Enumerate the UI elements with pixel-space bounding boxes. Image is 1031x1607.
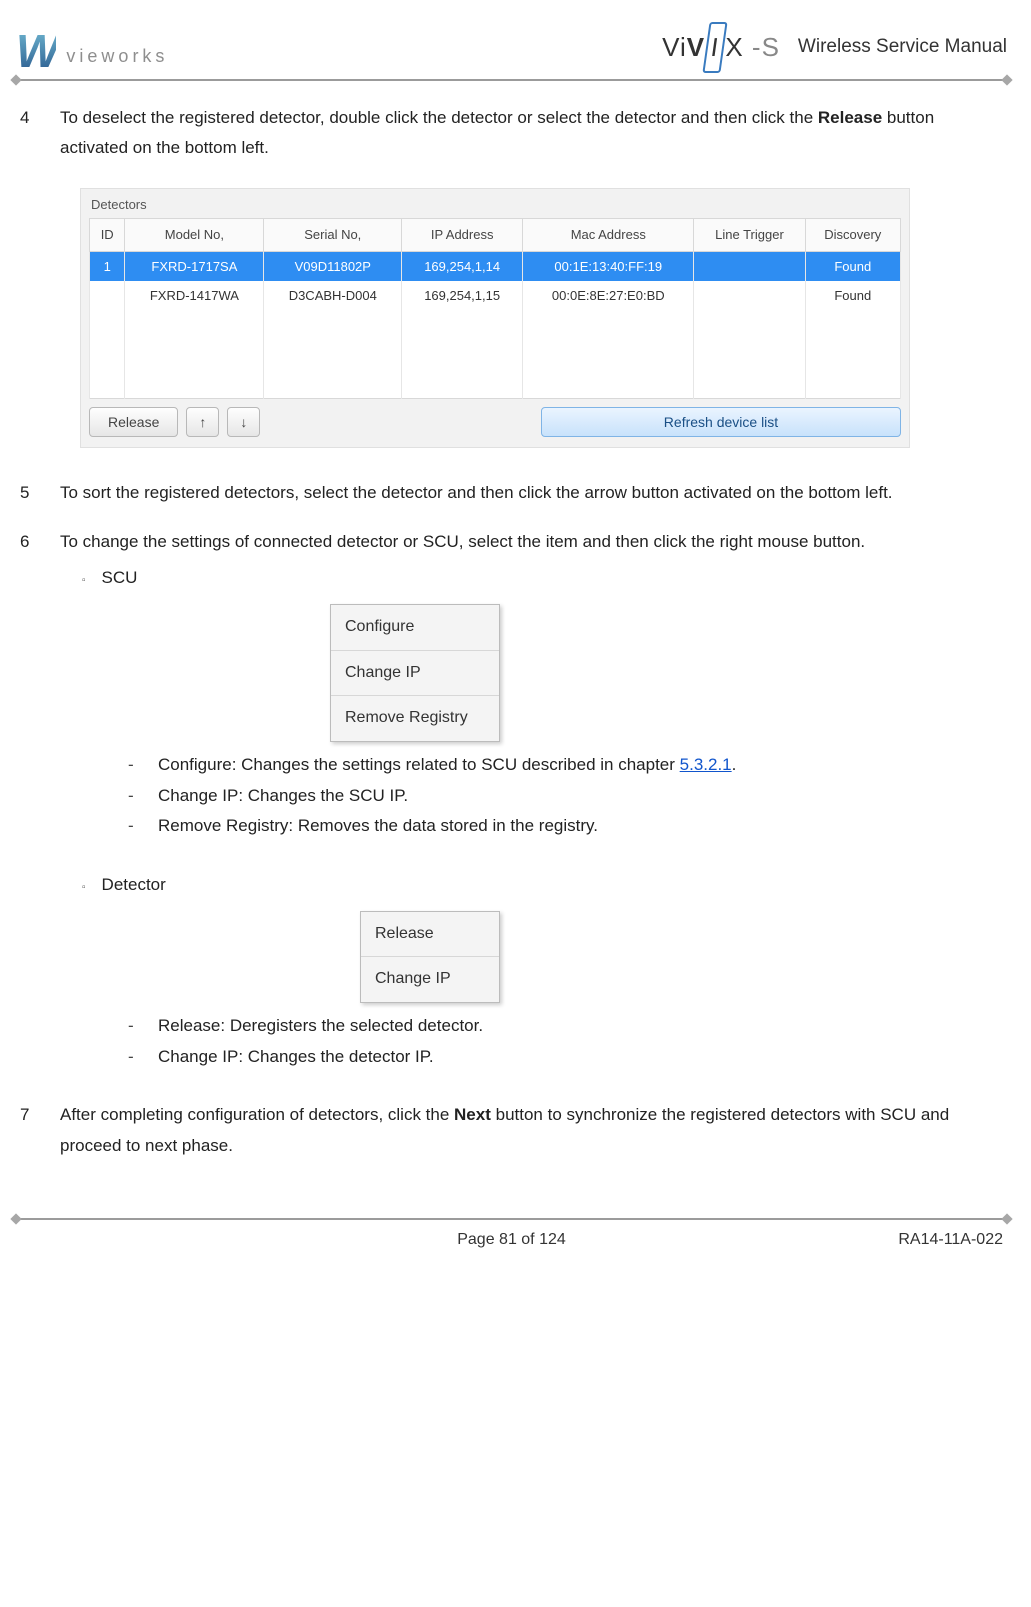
cell-disc: Found	[805, 281, 900, 310]
cell-serial: D3CABH-D004	[264, 281, 402, 310]
step-body: To change the settings of connected dete…	[60, 527, 1003, 1073]
item-text: Release: Deregisters the selected detect…	[158, 1011, 483, 1042]
page-number: Page 81 of 124	[457, 1226, 566, 1255]
button-group-left: Release ↑ ↓	[89, 407, 260, 437]
list-item: - Configure: Changes the settings relate…	[128, 750, 1003, 781]
scu-context-menu: Configure Change IP Remove Registry	[330, 604, 500, 742]
header-right: ViVIX -S Wireless Service Manual	[662, 22, 1007, 73]
cell-model: FXRD-1717SA	[125, 251, 264, 281]
sub-bullet-scu: ▫ SCU	[82, 563, 1003, 594]
table-row[interactable]	[90, 311, 901, 333]
doc-id: RA14-11A-022	[898, 1226, 1003, 1255]
text: Configure: Changes the settings related …	[158, 755, 680, 774]
refresh-device-list-button[interactable]: Refresh device list	[541, 407, 901, 437]
panel-label: Detectors	[91, 193, 901, 216]
cell-disc: Found	[805, 251, 900, 281]
next-keyword: Next	[454, 1105, 491, 1124]
menu-item-remove-registry[interactable]: Remove Registry	[331, 696, 499, 741]
table-row[interactable]	[90, 355, 901, 377]
step-text: To deselect the registered detector, dou…	[60, 108, 818, 127]
table-row[interactable]: FXRD-1417WA D3CABH-D004 169,254,1,15 00:…	[90, 281, 901, 310]
step-text: To change the settings of connected dete…	[60, 532, 865, 551]
step-body: After completing configuration of detect…	[60, 1100, 1003, 1161]
cell-serial: V09D11802P	[264, 251, 402, 281]
detectors-panel: Detectors ID Model No, Serial No, IP Add…	[80, 188, 910, 448]
cell-ip: 169,254,1,15	[402, 281, 523, 310]
col-trigger[interactable]: Line Trigger	[694, 219, 805, 251]
table-row[interactable]	[90, 333, 901, 355]
menu-item-change-ip[interactable]: Change IP	[331, 651, 499, 697]
dash-icon: -	[128, 781, 140, 812]
col-discovery[interactable]: Discovery	[805, 219, 900, 251]
step-number: 6	[20, 527, 38, 1073]
dash-icon: -	[128, 1011, 140, 1042]
page-footer: Page 81 of 124 RA14-11A-022	[16, 1218, 1007, 1275]
cell-trig	[694, 251, 805, 281]
detector-context-menu: Release Change IP	[360, 911, 500, 1004]
step-4: 4 To deselect the registered detector, d…	[20, 103, 1003, 164]
bullet-icon: ▫	[82, 879, 86, 910]
chapter-link[interactable]: 5.3.2.1	[680, 755, 732, 774]
col-model[interactable]: Model No,	[125, 219, 264, 251]
cell-mac: 00:1E:13:40:FF:19	[523, 251, 694, 281]
col-ip[interactable]: IP Address	[402, 219, 523, 251]
sub-label: SCU	[102, 563, 138, 594]
item-text: Remove Registry: Removes the data stored…	[158, 811, 598, 842]
move-up-button[interactable]: ↑	[186, 407, 219, 437]
step-body: To sort the registered detectors, select…	[60, 478, 1003, 509]
col-id[interactable]: ID	[90, 219, 125, 251]
step-number: 7	[20, 1100, 38, 1161]
item-text: Change IP: Changes the detector IP.	[158, 1042, 434, 1073]
text: .	[732, 755, 737, 774]
step-5: 5 To sort the registered detectors, sele…	[20, 478, 1003, 509]
menu-item-configure[interactable]: Configure	[331, 605, 499, 651]
cell-trig	[694, 281, 805, 310]
brand-text: vieworks	[66, 40, 168, 72]
dash-icon: -	[128, 1042, 140, 1073]
step-text: After completing configuration of detect…	[60, 1105, 454, 1124]
step-7: 7 After completing configuration of dete…	[20, 1100, 1003, 1161]
list-item: - Change IP: Changes the SCU IP.	[128, 781, 1003, 812]
panel-buttons: Release ↑ ↓ Refresh device list	[89, 407, 901, 437]
cell-mac: 00:0E:8E:27:E0:BD	[523, 281, 694, 310]
cell-id	[90, 281, 125, 310]
dash-icon: -	[128, 750, 140, 781]
brand-logo: W vieworks	[16, 31, 168, 72]
detector-desc-list: - Release: Deregisters the selected dete…	[128, 1011, 1003, 1072]
sub-label: Detector	[102, 870, 166, 901]
step-body: To deselect the registered detector, dou…	[60, 103, 1003, 164]
content-area: 4 To deselect the registered detector, d…	[16, 103, 1007, 1162]
page-header: W vieworks ViVIX -S Wireless Service Man…	[16, 22, 1007, 81]
item-text: Change IP: Changes the SCU IP.	[158, 781, 408, 812]
menu-item-release[interactable]: Release	[361, 912, 499, 958]
list-item: - Remove Registry: Removes the data stor…	[128, 811, 1003, 842]
sub-bullet-detector: ▫ Detector	[82, 870, 1003, 901]
manual-title: Wireless Service Manual	[798, 30, 1007, 64]
item-text: Configure: Changes the settings related …	[158, 750, 736, 781]
product-logo: ViVIX -S	[662, 22, 780, 73]
col-mac[interactable]: Mac Address	[523, 219, 694, 251]
cell-id: 1	[90, 251, 125, 281]
dash-icon: -	[128, 811, 140, 842]
release-button[interactable]: Release	[89, 407, 178, 437]
table-row[interactable]	[90, 377, 901, 399]
step-number: 4	[20, 103, 38, 164]
list-item: - Release: Deregisters the selected dete…	[128, 1011, 1003, 1042]
release-keyword: Release	[818, 108, 882, 127]
brand-mark: W	[16, 31, 56, 72]
menu-item-change-ip[interactable]: Change IP	[361, 957, 499, 1002]
cell-model: FXRD-1417WA	[125, 281, 264, 310]
table-row[interactable]: 1 FXRD-1717SA V09D11802P 169,254,1,14 00…	[90, 251, 901, 281]
step-6: 6 To change the settings of connected de…	[20, 527, 1003, 1073]
move-down-button[interactable]: ↓	[227, 407, 260, 437]
bullet-icon: ▫	[82, 572, 86, 603]
detectors-table: ID Model No, Serial No, IP Address Mac A…	[89, 218, 901, 399]
scu-desc-list: - Configure: Changes the settings relate…	[128, 750, 1003, 842]
table-header-row: ID Model No, Serial No, IP Address Mac A…	[90, 219, 901, 251]
list-item: - Change IP: Changes the detector IP.	[128, 1042, 1003, 1073]
col-serial[interactable]: Serial No,	[264, 219, 402, 251]
step-number: 5	[20, 478, 38, 509]
cell-ip: 169,254,1,14	[402, 251, 523, 281]
